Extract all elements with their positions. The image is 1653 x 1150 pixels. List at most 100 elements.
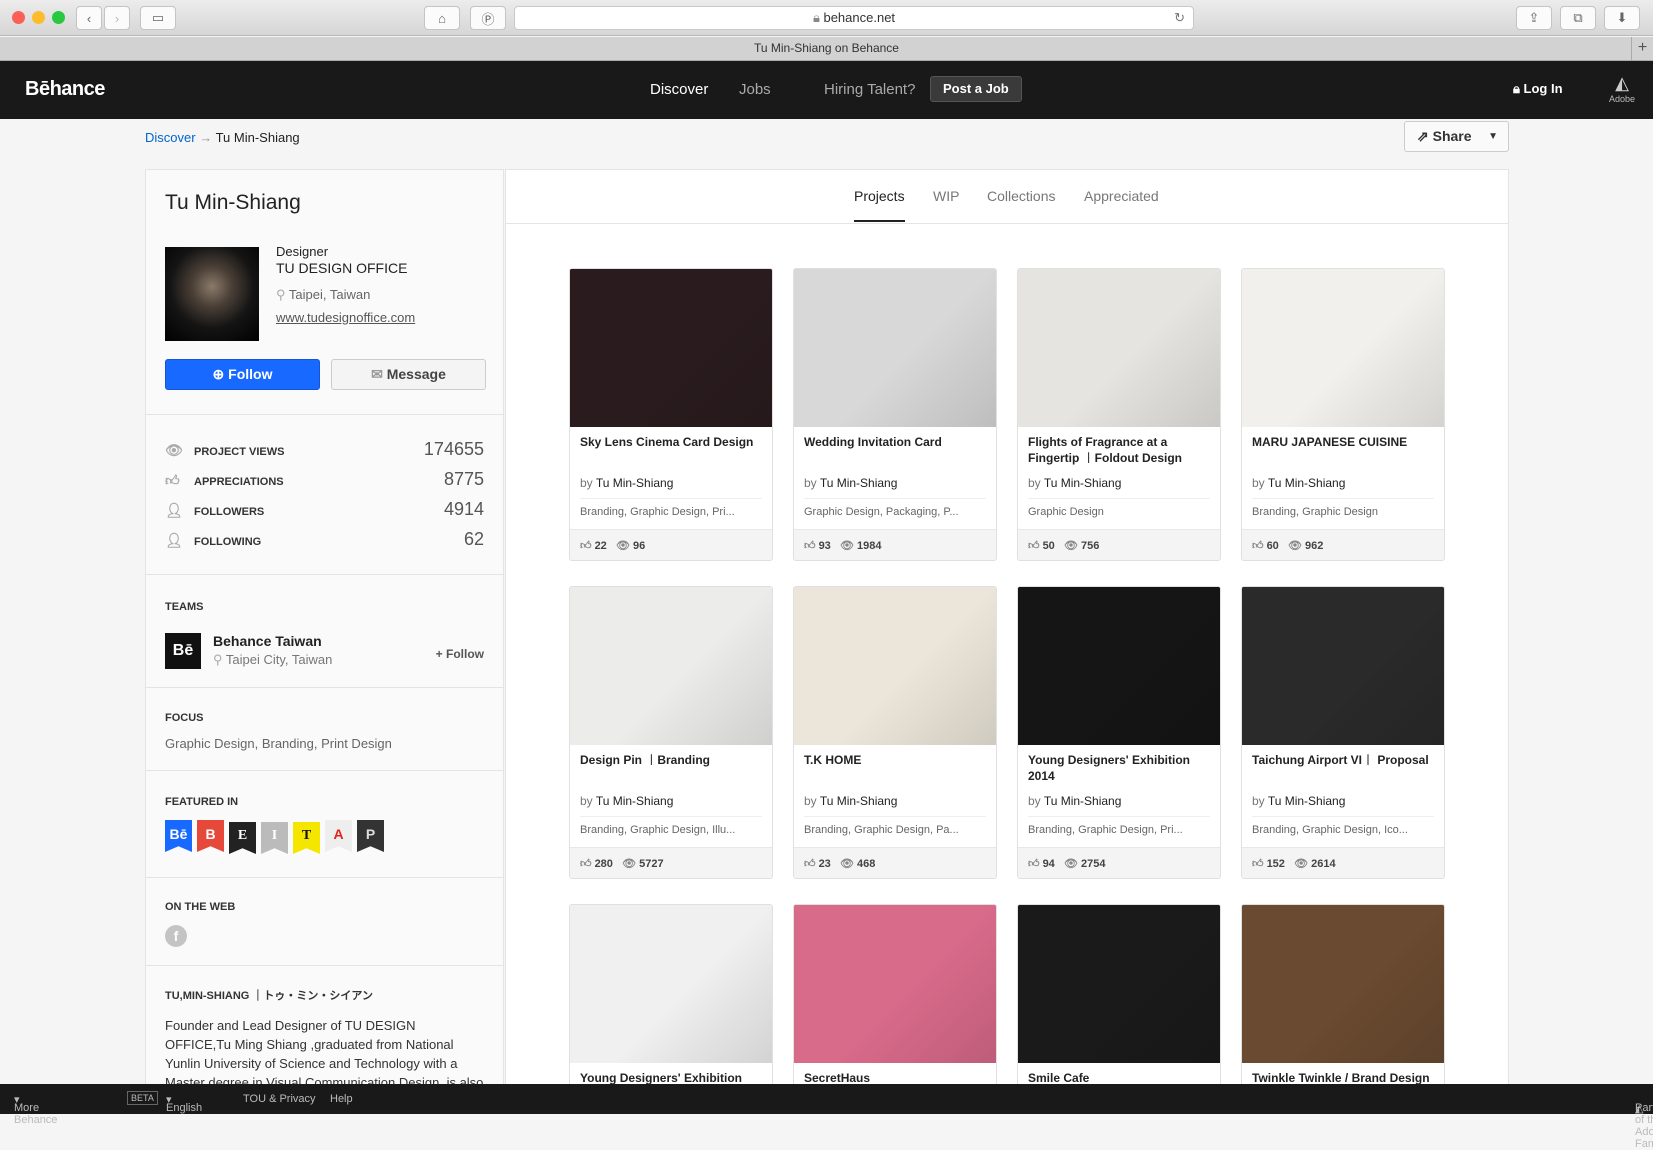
project-thumbnail[interactable]	[570, 587, 772, 745]
home-icon[interactable]: ⌂	[424, 6, 460, 30]
browser-tab[interactable]: Tu Min-Shiang on Behance +	[0, 37, 1653, 61]
project-title[interactable]: Young Designers' Exhibition 2014	[1018, 752, 1220, 786]
eye-icon: 👁︎	[839, 540, 858, 552]
tab-collections[interactable]: Collections	[987, 188, 1055, 204]
project-title[interactable]: Design Pin ︱Branding	[570, 752, 772, 786]
project-card[interactable]: Smile Cafeby Tu Min-Shiang👍︎ 👁︎	[1017, 904, 1221, 1088]
minimize-window-button[interactable]	[32, 11, 45, 24]
help-link[interactable]: Help	[330, 1093, 353, 1105]
tou-link[interactable]: TOU & Privacy	[243, 1093, 316, 1105]
stat-followers[interactable]: 👤︎ FOLLOWERS 4914	[165, 496, 484, 526]
by-label: by	[1028, 794, 1041, 808]
project-card[interactable]: Young Designers' Exhibitionby Tu Min-Shi…	[569, 904, 773, 1088]
team-name[interactable]: Behance Taiwan	[213, 633, 322, 649]
owner-link[interactable]: Tu Min-Shiang	[1044, 476, 1122, 490]
tabs-icon[interactable]: ⧉	[1560, 6, 1596, 30]
website-link[interactable]: www.tudesignoffice.com	[276, 309, 415, 326]
project-card[interactable]: MARU JAPANESE CUISINE by Tu Min-Shiang Bra…	[1241, 268, 1445, 561]
tab-appreciated[interactable]: Appreciated	[1084, 188, 1159, 204]
project-thumbnail[interactable]	[794, 587, 996, 745]
project-title[interactable]: Sky Lens Cinema Card Design	[570, 434, 772, 468]
project-thumbnail[interactable]	[1242, 587, 1444, 745]
forward-icon[interactable]: ›	[104, 6, 130, 30]
project-card[interactable]: Young Designers' Exhibition 2014 by Tu Mi…	[1017, 586, 1221, 879]
reload-icon[interactable]: ↻	[1174, 7, 1185, 29]
nav-discover[interactable]: Discover	[650, 81, 708, 98]
project-title[interactable]: MARU JAPANESE CUISINE	[1242, 434, 1444, 468]
address-bar[interactable]: 🔒︎ behance.net ↻	[514, 6, 1194, 30]
project-title[interactable]: Flights of Fragrance at a Fingertip ︱Fol…	[1018, 434, 1220, 468]
facebook-icon[interactable]: f	[165, 925, 187, 947]
nav-hiring[interactable]: Hiring Talent?	[824, 81, 915, 98]
project-title[interactable]: T.K HOME	[794, 752, 996, 786]
more-behance-menu[interactable]: More Behance ▾	[14, 1093, 57, 1126]
project-thumbnail[interactable]	[570, 269, 772, 427]
tab-title: Tu Min-Shiang on Behance	[754, 41, 899, 55]
downloads-icon[interactable]: ⬇	[1604, 6, 1640, 30]
project-thumbnail[interactable]	[1242, 905, 1444, 1063]
tab-wip[interactable]: WIP	[933, 188, 959, 204]
project-thumbnail[interactable]	[570, 905, 772, 1063]
owner-link[interactable]: Tu Min-Shiang	[596, 476, 674, 490]
owner-link[interactable]: Tu Min-Shiang	[1044, 794, 1122, 808]
close-window-button[interactable]	[12, 11, 25, 24]
language-menu[interactable]: English ▾	[166, 1093, 202, 1114]
owner-link[interactable]: Tu Min-Shiang	[1268, 794, 1346, 808]
project-card[interactable]: Twinkle Twinkle / Brand Designby Tu Min-…	[1241, 904, 1445, 1088]
owner-link[interactable]: Tu Min-Shiang	[820, 794, 898, 808]
post-job-button[interactable]: Post a Job	[930, 76, 1022, 102]
project-thumbnail[interactable]	[1018, 905, 1220, 1063]
follow-button[interactable]: ⊕ Follow	[165, 359, 320, 390]
project-card[interactable]: SecretHausby Tu Min-Shiang👍︎ 👁︎	[793, 904, 997, 1088]
chevron-down-icon[interactable]: ▼	[1488, 122, 1498, 151]
project-title[interactable]: Wedding Invitation Card	[794, 434, 996, 468]
project-owner: by Tu Min-Shiang	[1252, 476, 1345, 490]
owner-link[interactable]: Tu Min-Shiang	[596, 794, 674, 808]
project-card[interactable]: Flights of Fragrance at a Fingertip ︱Fol…	[1017, 268, 1221, 561]
project-card[interactable]: Sky Lens Cinema Card Design by Tu Min-Shi…	[569, 268, 773, 561]
tab-projects[interactable]: Projects	[854, 188, 905, 222]
views-count: 5727	[639, 858, 664, 870]
featured-adobe-badge[interactable]: A	[325, 820, 352, 852]
featured-p-badge[interactable]: P	[357, 820, 384, 852]
pinterest-icon[interactable]: Ⓟ	[470, 6, 506, 30]
featured-t-badge[interactable]: T	[293, 822, 320, 854]
new-tab-icon[interactable]: +	[1631, 37, 1653, 60]
featured-e-badge[interactable]: E	[229, 822, 256, 854]
stat-following[interactable]: 👤︎ FOLLOWING 62	[165, 526, 484, 556]
project-card[interactable]: Design Pin ︱Branding by Tu Min-Shiang Bran…	[569, 586, 773, 879]
project-thumbnail[interactable]	[794, 905, 996, 1063]
sidebar-icon[interactable]: ▭	[140, 6, 176, 30]
web-section: ON THE WEB f	[146, 878, 503, 966]
share-icon[interactable]: ⇪	[1516, 6, 1552, 30]
project-card[interactable]: Taichung Airport VI︱ Proposal by Tu Min-S…	[1241, 586, 1445, 879]
project-card[interactable]: T.K HOME by Tu Min-Shiang Branding, Graphi…	[793, 586, 997, 879]
nav-jobs[interactable]: Jobs	[739, 81, 771, 98]
login-link[interactable]: 🔒︎ Log In	[1513, 81, 1563, 97]
featured-b-badge[interactable]: B	[197, 820, 224, 852]
zoom-window-button[interactable]	[52, 11, 65, 24]
team-logo[interactable]: Bē	[165, 633, 201, 669]
message-button[interactable]: ✉ Message	[331, 359, 486, 390]
location: Taipei, Taiwan	[288, 287, 371, 302]
adobe-link[interactable]: ◭ Adobe	[1604, 73, 1640, 104]
project-stats: 👍︎ 152 👁︎ 2614	[1242, 847, 1444, 878]
project-card[interactable]: Wedding Invitation Card by Tu Min-Shiang G…	[793, 268, 997, 561]
project-thumbnail[interactable]	[794, 269, 996, 427]
owner-link[interactable]: Tu Min-Shiang	[820, 476, 898, 490]
company: TU DESIGN OFFICE	[276, 260, 408, 276]
team-follow-button[interactable]: + Follow	[436, 647, 484, 661]
project-thumbnail[interactable]	[1018, 587, 1220, 745]
thumbs-up-icon: 👍︎	[1028, 858, 1043, 870]
thumbs-up-icon: 👍︎	[1252, 858, 1267, 870]
featured-i-badge[interactable]: I	[261, 822, 288, 854]
featured-behance-badge[interactable]: Bē	[165, 820, 192, 852]
behance-logo[interactable]: Bēhance	[25, 78, 105, 101]
breadcrumb-discover[interactable]: Discover	[145, 130, 196, 145]
project-thumbnail[interactable]	[1018, 269, 1220, 427]
project-title[interactable]: Taichung Airport VI︱ Proposal	[1242, 752, 1444, 786]
project-thumbnail[interactable]	[1242, 269, 1444, 427]
back-icon[interactable]: ‹	[76, 6, 102, 30]
share-button[interactable]: ⇗ Share ▼	[1404, 121, 1509, 152]
owner-link[interactable]: Tu Min-Shiang	[1268, 476, 1346, 490]
